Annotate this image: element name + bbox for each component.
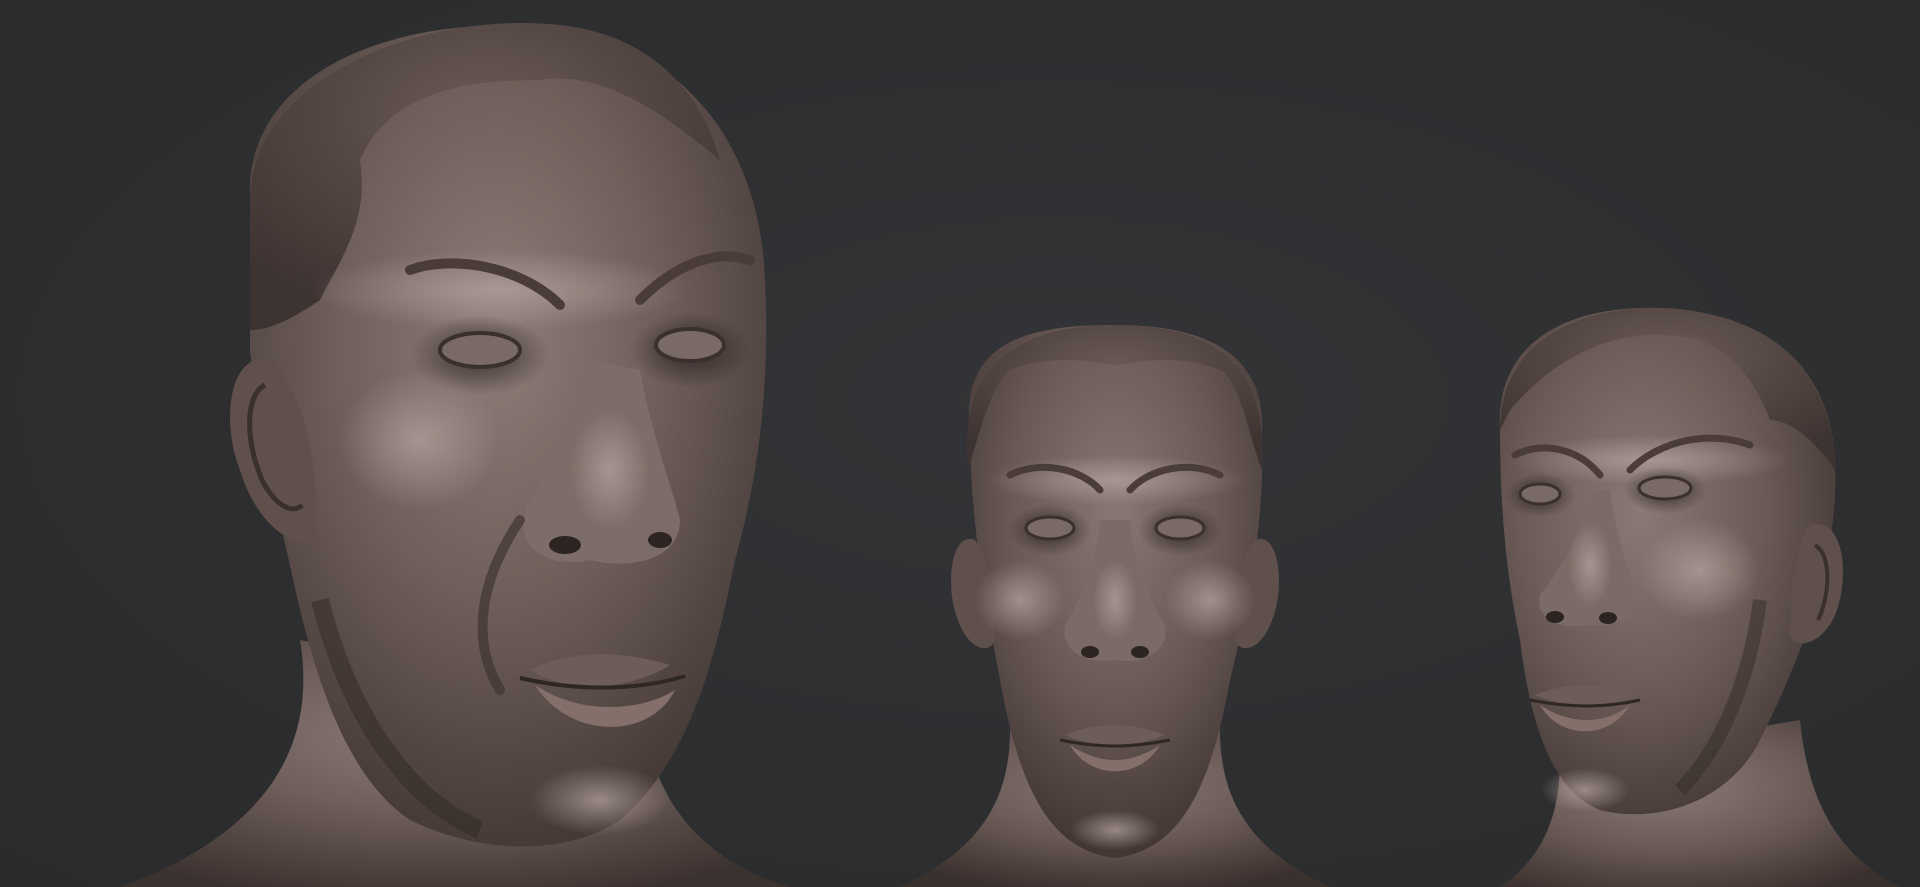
left-eye — [1024, 515, 1076, 541]
sculpt-viewport — [0, 0, 1920, 887]
render-scene — [120, 22, 1900, 887]
right-eye — [654, 327, 726, 363]
right-eye — [1154, 515, 1206, 541]
bust-front — [900, 325, 1330, 887]
bust-three-quarter-right — [1499, 307, 1900, 887]
bust-closeup-left — [120, 22, 790, 887]
left-eye — [438, 331, 522, 369]
left-eye — [1518, 482, 1562, 506]
right-eye — [1637, 475, 1693, 501]
